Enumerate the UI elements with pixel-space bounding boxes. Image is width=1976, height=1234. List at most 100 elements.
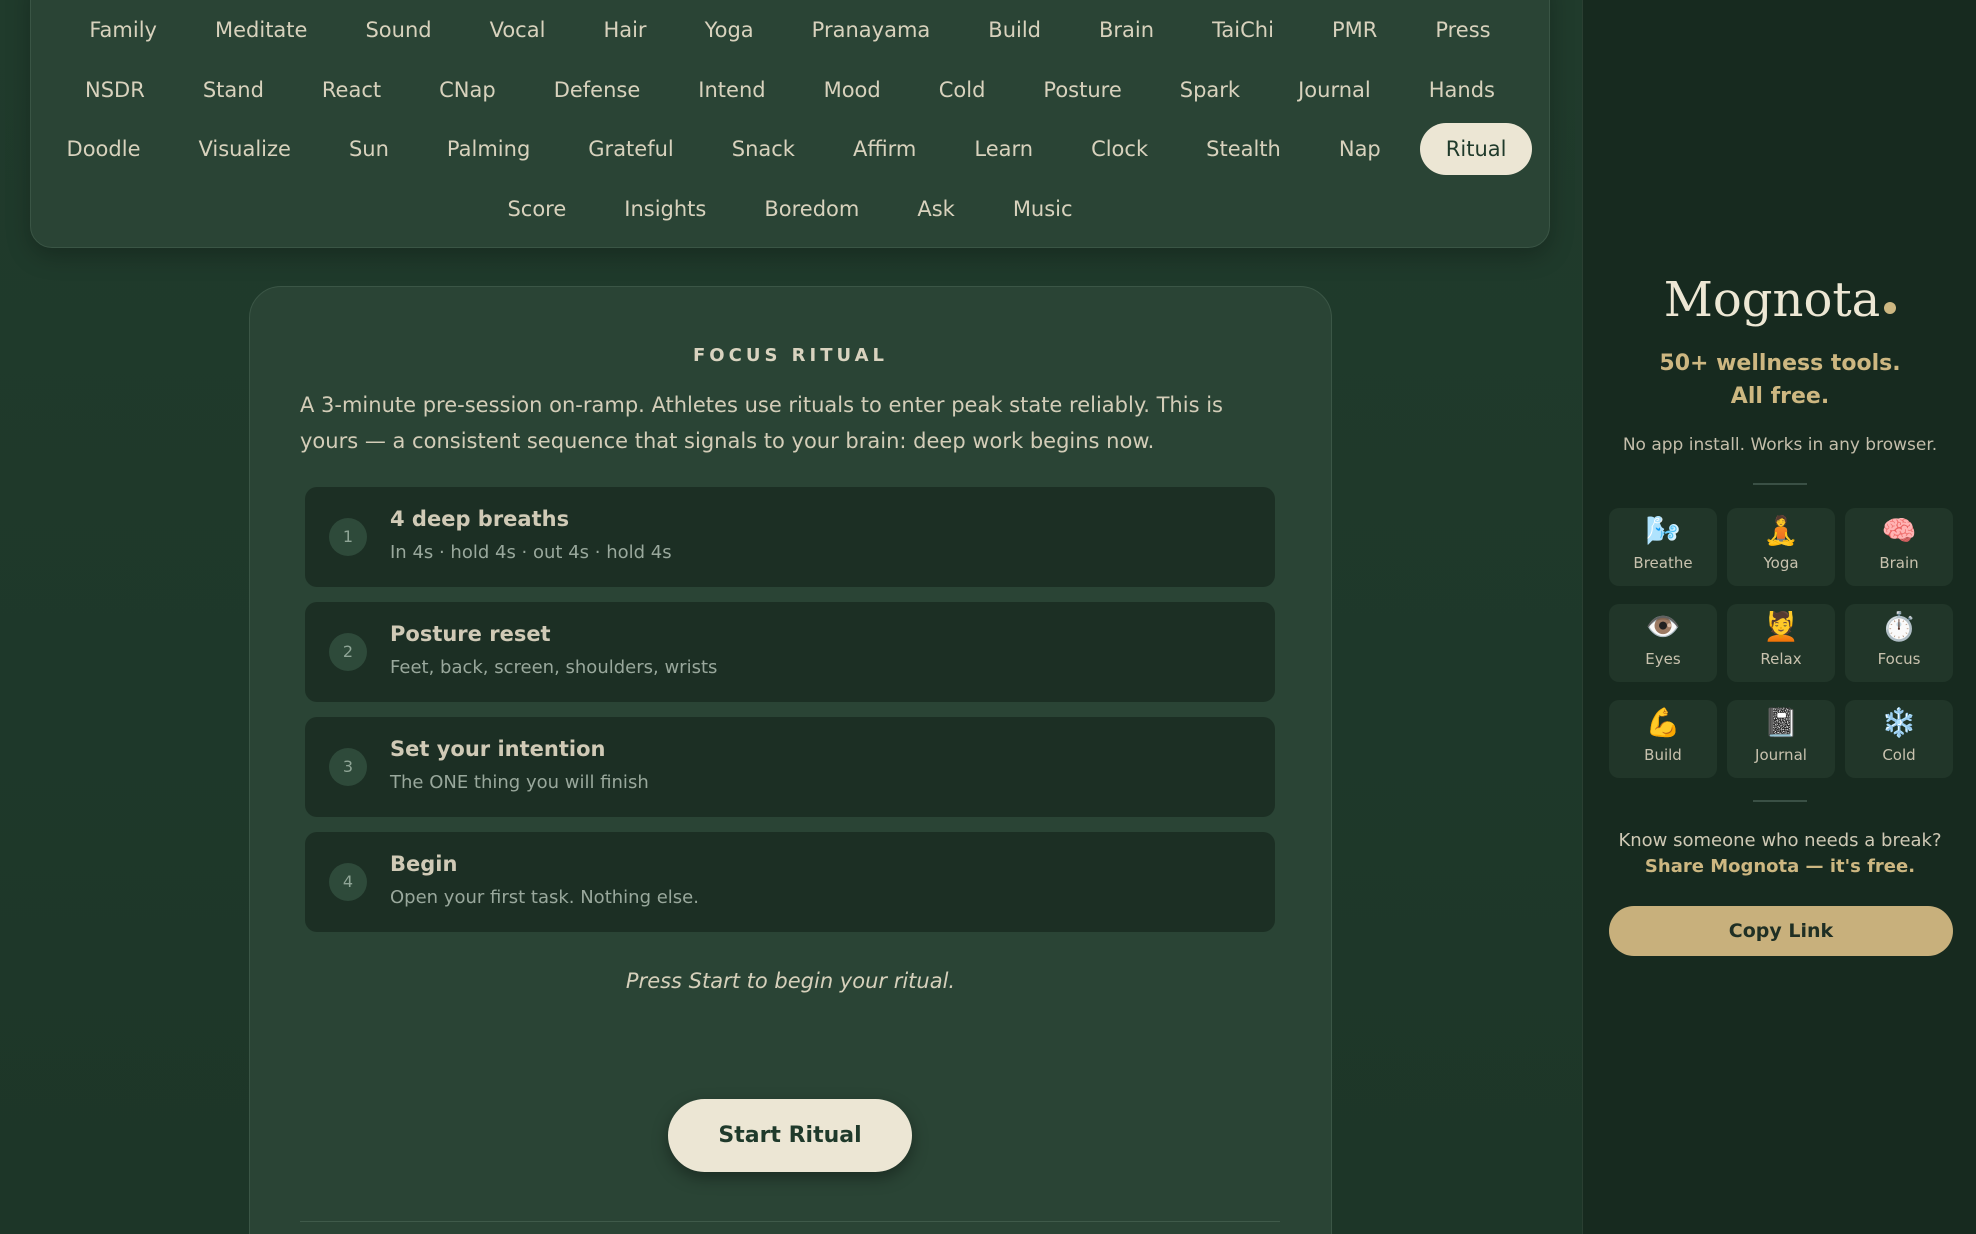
ritual-description: A 3-minute pre-session on-ramp. Athletes… <box>300 393 1223 453</box>
tab-ask[interactable]: Ask <box>917 183 954 235</box>
tab-yoga[interactable]: Yoga <box>705 4 754 56</box>
tab-taichi[interactable]: TaiChi <box>1212 4 1274 56</box>
copy-link-button[interactable]: Copy Link <box>1609 906 1953 956</box>
tagline-line-2: All free. <box>1730 384 1830 409</box>
relax-icon: 💆 <box>1763 610 1799 643</box>
tab-sound[interactable]: Sound <box>365 4 431 56</box>
tool-label: Journal <box>1755 746 1807 764</box>
ritual-step: 1 4 deep breaths In 4s · hold 4s · out 4… <box>305 487 1275 587</box>
tab-visualize[interactable]: Visualize <box>198 123 290 175</box>
eye-icon: 👁️ <box>1645 610 1681 643</box>
tab-clock[interactable]: Clock <box>1091 123 1148 175</box>
step-subtitle: In 4s · hold 4s · out 4s · hold 4s <box>390 542 672 563</box>
yoga-icon: 🧘 <box>1763 514 1799 547</box>
tab-pmr[interactable]: PMR <box>1332 4 1377 56</box>
sidebar-divider <box>1753 483 1807 485</box>
tool-grid: 🌬️ Breathe 🧘 Yoga 🧠 Brain 👁️ Eyes 💆 Rela… <box>1609 508 1953 778</box>
step-number: 1 <box>329 518 367 556</box>
tab-nap[interactable]: Nap <box>1339 123 1381 175</box>
tab-vocal[interactable]: Vocal <box>490 4 546 56</box>
tab-cold[interactable]: Cold <box>939 64 986 116</box>
tab-grateful[interactable]: Grateful <box>588 123 673 175</box>
tab-mood[interactable]: Mood <box>824 64 881 116</box>
step-title: 4 deep breaths <box>390 507 570 531</box>
tab-ritual-active[interactable]: Ritual <box>1419 123 1533 175</box>
tab-cnap[interactable]: CNap <box>439 64 496 116</box>
tab-hair[interactable]: Hair <box>603 4 646 56</box>
tab-score[interactable]: Score <box>507 183 566 235</box>
card-divider <box>300 1221 1280 1222</box>
tool-label: Focus <box>1877 650 1921 668</box>
tab-hands[interactable]: Hands <box>1429 64 1495 116</box>
tool-label: Cold <box>1882 746 1916 764</box>
tab-posture[interactable]: Posture <box>1043 64 1121 116</box>
tool-label: Relax <box>1760 650 1802 668</box>
tab-build[interactable]: Build <box>988 4 1041 56</box>
tool-journal[interactable]: 📓 Journal <box>1727 700 1835 778</box>
snowflake-icon: ❄️ <box>1881 706 1917 739</box>
page: Family Meditate Sound Vocal Hair Yoga Pr… <box>0 0 1976 1234</box>
tab-pranayama[interactable]: Pranayama <box>812 4 931 56</box>
share-message: Share Mognota — it's free. <box>1644 856 1916 877</box>
tab-learn[interactable]: Learn <box>974 123 1033 175</box>
ritual-step: 4 Begin Open your first task. Nothing el… <box>305 832 1275 932</box>
step-number: 2 <box>329 633 367 671</box>
tool-build[interactable]: 💪 Build <box>1609 700 1717 778</box>
tab-snack[interactable]: Snack <box>732 123 795 175</box>
tab-row-3: Doodle Visualize Sun Palming Grateful Sn… <box>31 123 1549 175</box>
brand-dot-icon <box>1884 302 1897 314</box>
tool-label: Eyes <box>1645 650 1681 668</box>
tab-nsdr[interactable]: NSDR <box>85 64 145 116</box>
share-prompt: Know someone who needs a break? <box>1618 830 1942 851</box>
tab-journal[interactable]: Journal <box>1298 64 1371 116</box>
breathe-icon: 🌬️ <box>1645 514 1681 547</box>
main-area: Family Meditate Sound Vocal Hair Yoga Pr… <box>0 0 1582 1234</box>
tool-breathe[interactable]: 🌬️ Breathe <box>1609 508 1717 586</box>
tab-affirm[interactable]: Affirm <box>853 123 916 175</box>
tool-tabs-panel: Family Meditate Sound Vocal Hair Yoga Pr… <box>30 0 1550 248</box>
no-install-note: No app install. Works in any browser. <box>1622 435 1938 455</box>
step-title: Set your intention <box>390 737 606 761</box>
tab-defense[interactable]: Defense <box>554 64 641 116</box>
ritual-card: FOCUS RITUAL A 3-minute pre-session on-r… <box>249 286 1332 1234</box>
tab-boredom[interactable]: Boredom <box>764 183 859 235</box>
tool-eyes[interactable]: 👁️ Eyes <box>1609 604 1717 682</box>
tab-palming[interactable]: Palming <box>447 123 530 175</box>
tab-spark[interactable]: Spark <box>1180 64 1240 116</box>
start-ritual-button[interactable]: Start Ritual <box>668 1099 912 1172</box>
tab-doodle[interactable]: Doodle <box>67 123 141 175</box>
tool-focus[interactable]: ⏱️ Focus <box>1845 604 1953 682</box>
step-subtitle: Open your first task. Nothing else. <box>390 887 699 908</box>
tab-row-4: Score Insights Boredom Ask Music <box>31 183 1549 235</box>
brand-logo: Mognota <box>1583 272 1976 328</box>
tab-brain[interactable]: Brain <box>1099 4 1154 56</box>
tool-yoga[interactable]: 🧘 Yoga <box>1727 508 1835 586</box>
tool-relax[interactable]: 💆 Relax <box>1727 604 1835 682</box>
tool-cold[interactable]: ❄️ Cold <box>1845 700 1953 778</box>
tool-label: Yoga <box>1763 554 1799 572</box>
tab-intend[interactable]: Intend <box>698 64 765 116</box>
notebook-icon: 📓 <box>1763 706 1799 739</box>
step-title: Posture reset <box>390 622 551 646</box>
tool-label: Breathe <box>1633 554 1693 572</box>
tab-music[interactable]: Music <box>1013 183 1073 235</box>
step-subtitle: The ONE thing you will finish <box>390 772 649 793</box>
promo-sidebar: Mognota 50+ wellness tools. All free. No… <box>1582 0 1976 1234</box>
tab-sun[interactable]: Sun <box>349 123 389 175</box>
tab-row-2: NSDR Stand React CNap Defense Intend Moo… <box>31 64 1549 116</box>
brain-icon: 🧠 <box>1881 514 1917 547</box>
step-subtitle: Feet, back, screen, shoulders, wrists <box>390 657 718 678</box>
tab-insights[interactable]: Insights <box>624 183 706 235</box>
tab-react[interactable]: React <box>322 64 381 116</box>
ritual-hint: Press Start to begin your ritual. <box>625 969 956 993</box>
tab-family[interactable]: Family <box>89 4 157 56</box>
ritual-step: 3 Set your intention The ONE thing you w… <box>305 717 1275 817</box>
tab-stand[interactable]: Stand <box>203 64 264 116</box>
step-title: Begin <box>390 852 458 876</box>
tab-stealth[interactable]: Stealth <box>1206 123 1281 175</box>
tool-brain[interactable]: 🧠 Brain <box>1845 508 1953 586</box>
tab-press[interactable]: Press <box>1435 4 1490 56</box>
tab-meditate[interactable]: Meditate <box>215 4 307 56</box>
stopwatch-icon: ⏱️ <box>1881 610 1917 643</box>
tagline: 50+ wellness tools. All free. <box>1583 347 1976 413</box>
